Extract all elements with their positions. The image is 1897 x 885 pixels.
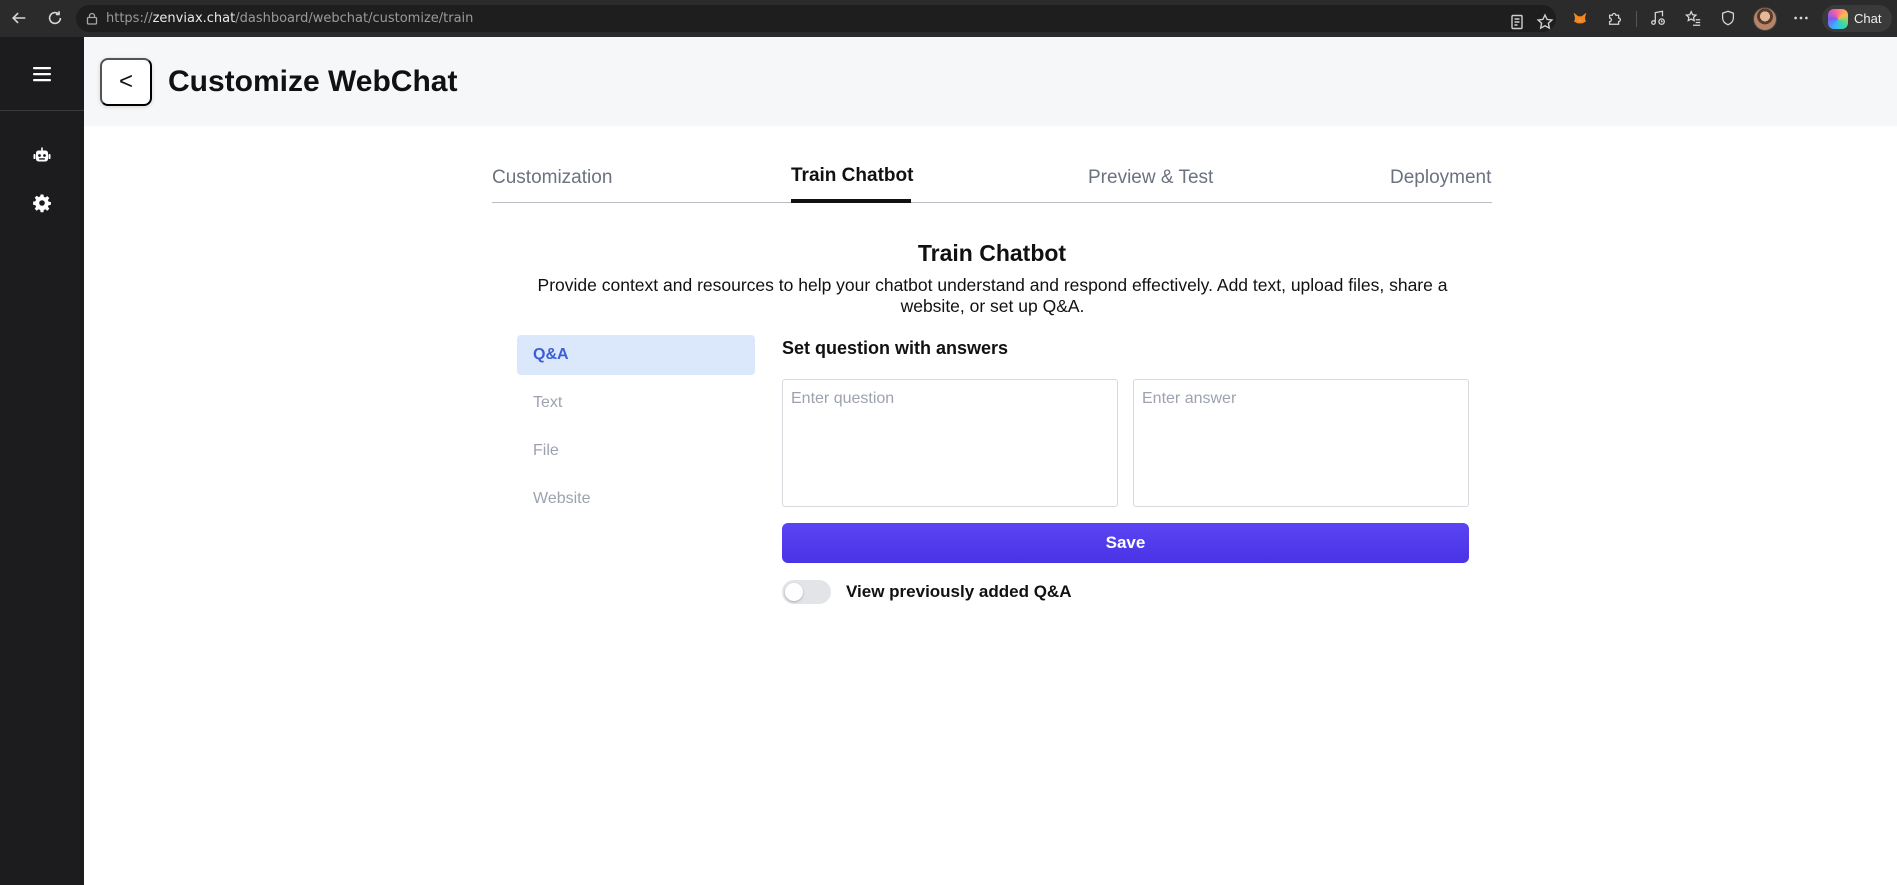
menu-item-text[interactable]: Text — [517, 383, 755, 423]
favorite-star-icon[interactable] — [1536, 13, 1554, 31]
sidebar-divider — [0, 110, 84, 111]
url-text: https://zenviax.chat/dashboard/webchat/c… — [106, 11, 474, 26]
copilot-chat-button[interactable]: Chat — [1822, 5, 1892, 32]
menu-item-file[interactable]: File — [517, 431, 755, 471]
favorites-list-icon[interactable] — [1683, 8, 1703, 28]
app-sidebar — [0, 37, 84, 885]
view-previous-qa-toggle[interactable] — [782, 580, 831, 604]
page-title: Customize WebChat — [168, 65, 458, 98]
chat-label: Chat — [1854, 11, 1882, 26]
browser-essentials-shield-icon[interactable] — [1718, 8, 1738, 28]
save-button[interactable]: Save — [782, 523, 1469, 563]
tab-customization[interactable]: Customization — [492, 167, 612, 189]
back-button[interactable]: < — [100, 58, 152, 106]
lock-icon — [86, 12, 98, 25]
extensions-puzzle-icon[interactable] — [1605, 8, 1625, 28]
browser-toolbar: https://zenviax.chat/dashboard/webchat/c… — [0, 0, 1897, 37]
more-options-icon[interactable] — [1791, 8, 1811, 28]
copilot-icon — [1828, 8, 1848, 29]
tab-preview-test[interactable]: Preview & Test — [1088, 167, 1213, 189]
back-arrow-icon[interactable] — [8, 7, 30, 29]
profile-avatar[interactable] — [1753, 7, 1777, 31]
robot-icon[interactable] — [32, 146, 52, 166]
page-header: < Customize WebChat — [84, 37, 1897, 126]
address-bar[interactable]: https://zenviax.chat/dashboard/webchat/c… — [76, 5, 1556, 32]
hamburger-menu-icon[interactable] — [32, 64, 52, 84]
tab-deployment[interactable]: Deployment — [1390, 167, 1491, 189]
section-description: Provide context and resources to help yo… — [537, 275, 1448, 316]
section-title: Train Chatbot — [917, 240, 1067, 266]
answer-input[interactable] — [1133, 379, 1469, 507]
qa-section-title: Set question with answers — [782, 338, 1009, 358]
reader-mode-icon[interactable] — [1508, 13, 1526, 31]
media-control-icon[interactable] — [1648, 8, 1668, 28]
toggle-label: View previously added Q&A — [846, 582, 1072, 601]
question-input[interactable] — [782, 379, 1118, 507]
active-tab-indicator — [791, 199, 911, 203]
metamask-fox-icon[interactable] — [1570, 8, 1590, 28]
step-tabs: Customization Train Chatbot Preview & Te… — [492, 158, 1492, 203]
toggle-knob — [785, 583, 803, 601]
menu-item-qa[interactable]: Q&A — [517, 335, 755, 375]
toolbar-separator — [1636, 11, 1637, 27]
settings-gear-icon[interactable] — [32, 193, 52, 213]
menu-item-website[interactable]: Website — [517, 479, 755, 519]
tab-train-chatbot[interactable]: Train Chatbot — [791, 165, 913, 187]
reload-icon[interactable] — [44, 7, 66, 29]
